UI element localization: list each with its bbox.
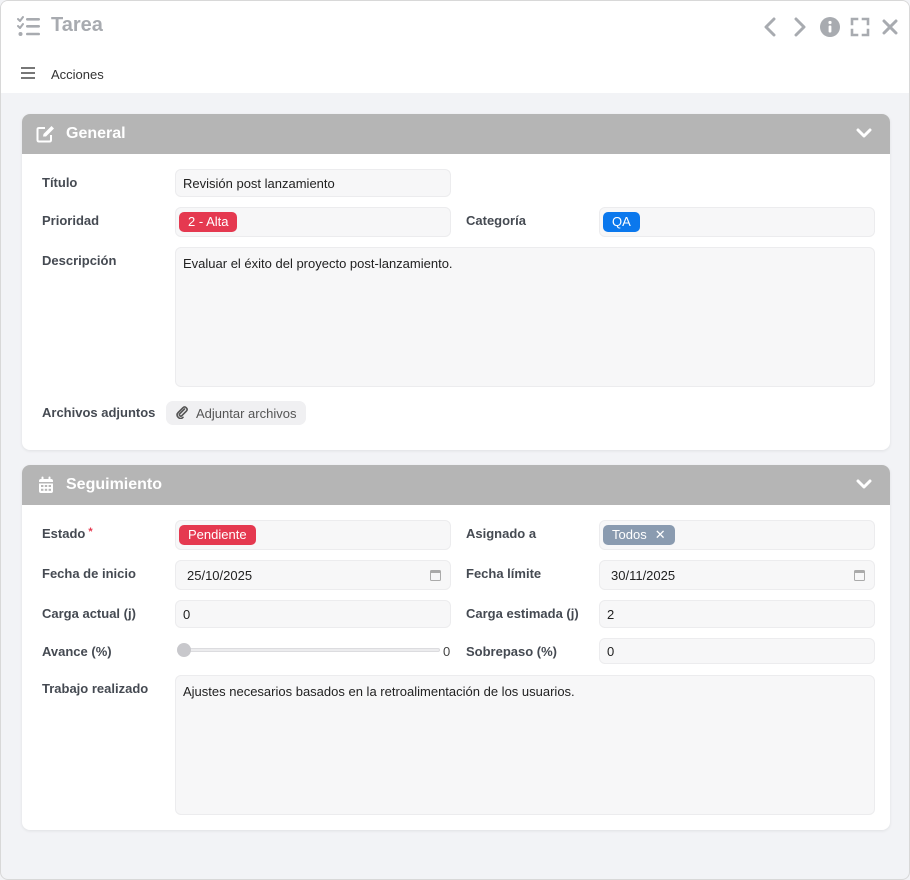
- sobrepaso-input[interactable]: 0: [599, 638, 875, 664]
- sobrepaso-label: Sobrepaso (%): [466, 644, 558, 659]
- fecha-limite-input[interactable]: 30/11/2025: [599, 560, 875, 590]
- avance-label: Avance (%): [42, 644, 112, 659]
- chevron-left-icon[interactable]: [759, 15, 781, 39]
- avance-value: 0: [443, 644, 451, 659]
- carga-actual-input[interactable]: 0: [175, 600, 451, 628]
- fecha-inicio-value: 25/10/2025: [187, 567, 253, 583]
- info-icon[interactable]: [819, 15, 841, 39]
- trabajo-value: Ajustes necesarios basados en la retroal…: [183, 684, 575, 699]
- task-window: Tarea Acciones General Título Revisión p…: [0, 0, 910, 880]
- asignado-chip-label: Todos: [612, 527, 647, 542]
- general-panel-header[interactable]: General: [22, 114, 890, 154]
- categoria-select[interactable]: QA: [599, 207, 875, 237]
- seguimiento-panel-header[interactable]: Seguimiento: [22, 465, 890, 505]
- titulo-field[interactable]: Revisión post lanzamiento: [175, 169, 451, 197]
- chevron-right-icon[interactable]: [789, 15, 811, 39]
- prioridad-chip: 2 - Alta: [179, 212, 238, 232]
- titulo-label: Título: [42, 175, 78, 190]
- actions-label: Acciones: [51, 67, 104, 82]
- carga-actual-value: 0: [183, 606, 191, 622]
- seguimiento-panel-title: Seguimiento: [66, 476, 163, 493]
- estado-select[interactable]: Pendiente: [175, 520, 451, 550]
- carga-estimada-label: Carga estimada (j): [466, 606, 579, 621]
- attach-files-label: Adjuntar archivos: [196, 405, 297, 421]
- avance-slider-thumb[interactable]: [177, 643, 191, 657]
- seguimiento-panel: Seguimiento Estado * Pendiente Asignado a…: [22, 465, 890, 830]
- estado-label: Estado *: [42, 526, 93, 541]
- asignado-label: Asignado a: [466, 526, 537, 541]
- required-mark: *: [88, 526, 93, 538]
- adjuntos-label: Archivos adjuntos: [42, 405, 156, 420]
- checklist-icon: [17, 15, 41, 39]
- categoria-label: Categoría: [466, 213, 526, 228]
- calendar-icon[interactable]: [430, 569, 441, 584]
- fullscreen-icon[interactable]: [849, 15, 871, 39]
- attach-files-button[interactable]: Adjuntar archivos: [166, 401, 307, 425]
- estado-chip: Pendiente: [179, 525, 256, 545]
- window-title: Tarea: [51, 14, 103, 36]
- general-panel-title: General: [66, 125, 126, 142]
- window-controls: [759, 15, 901, 39]
- fecha-limite-label: Fecha límite: [466, 566, 542, 581]
- descripcion-label: Descripción: [42, 253, 117, 268]
- general-panel: General Título Revisión post lanzamiento…: [22, 114, 890, 450]
- close-icon[interactable]: [879, 15, 901, 39]
- fecha-limite-value: 30/11/2025: [611, 567, 676, 583]
- categoria-chip: QA: [603, 212, 640, 232]
- chevron-down-icon[interactable]: [856, 477, 872, 495]
- descripcion-value: Evaluar el éxito del proyecto post-lanza…: [183, 256, 453, 271]
- chevron-down-icon[interactable]: [856, 126, 872, 144]
- titulo-value: Revisión post lanzamiento: [183, 175, 335, 191]
- trabajo-textarea[interactable]: Ajustes necesarios basados en la retroal…: [175, 675, 875, 815]
- estado-label-text: Estado: [42, 526, 86, 541]
- trabajo-label: Trabajo realizado: [42, 681, 149, 696]
- calendar-icon: [36, 475, 56, 495]
- paperclip-icon: [176, 405, 188, 422]
- prioridad-select[interactable]: 2 - Alta: [175, 207, 451, 237]
- carga-actual-label: Carga actual (j): [42, 606, 136, 621]
- carga-estimada-value: 2: [607, 606, 615, 622]
- edit-icon: [36, 124, 56, 144]
- sobrepaso-value: 0: [607, 643, 615, 659]
- fecha-inicio-input[interactable]: 25/10/2025: [175, 560, 451, 590]
- asignado-select[interactable]: Todos ✕: [599, 520, 875, 550]
- remove-icon[interactable]: ✕: [655, 527, 666, 542]
- actions-menu-button[interactable]: Acciones: [21, 67, 104, 82]
- hamburger-icon: [21, 67, 35, 82]
- descripcion-textarea[interactable]: Evaluar el éxito del proyecto post-lanza…: [175, 247, 875, 387]
- fecha-inicio-label: Fecha de inicio: [42, 566, 136, 581]
- avance-slider[interactable]: [178, 648, 440, 652]
- prioridad-label: Prioridad: [42, 213, 100, 228]
- carga-estimada-input[interactable]: 2: [599, 600, 875, 628]
- asignado-chip: Todos ✕: [603, 525, 675, 545]
- calendar-icon[interactable]: [854, 569, 865, 584]
- window-header: Tarea Acciones: [1, 1, 909, 93]
